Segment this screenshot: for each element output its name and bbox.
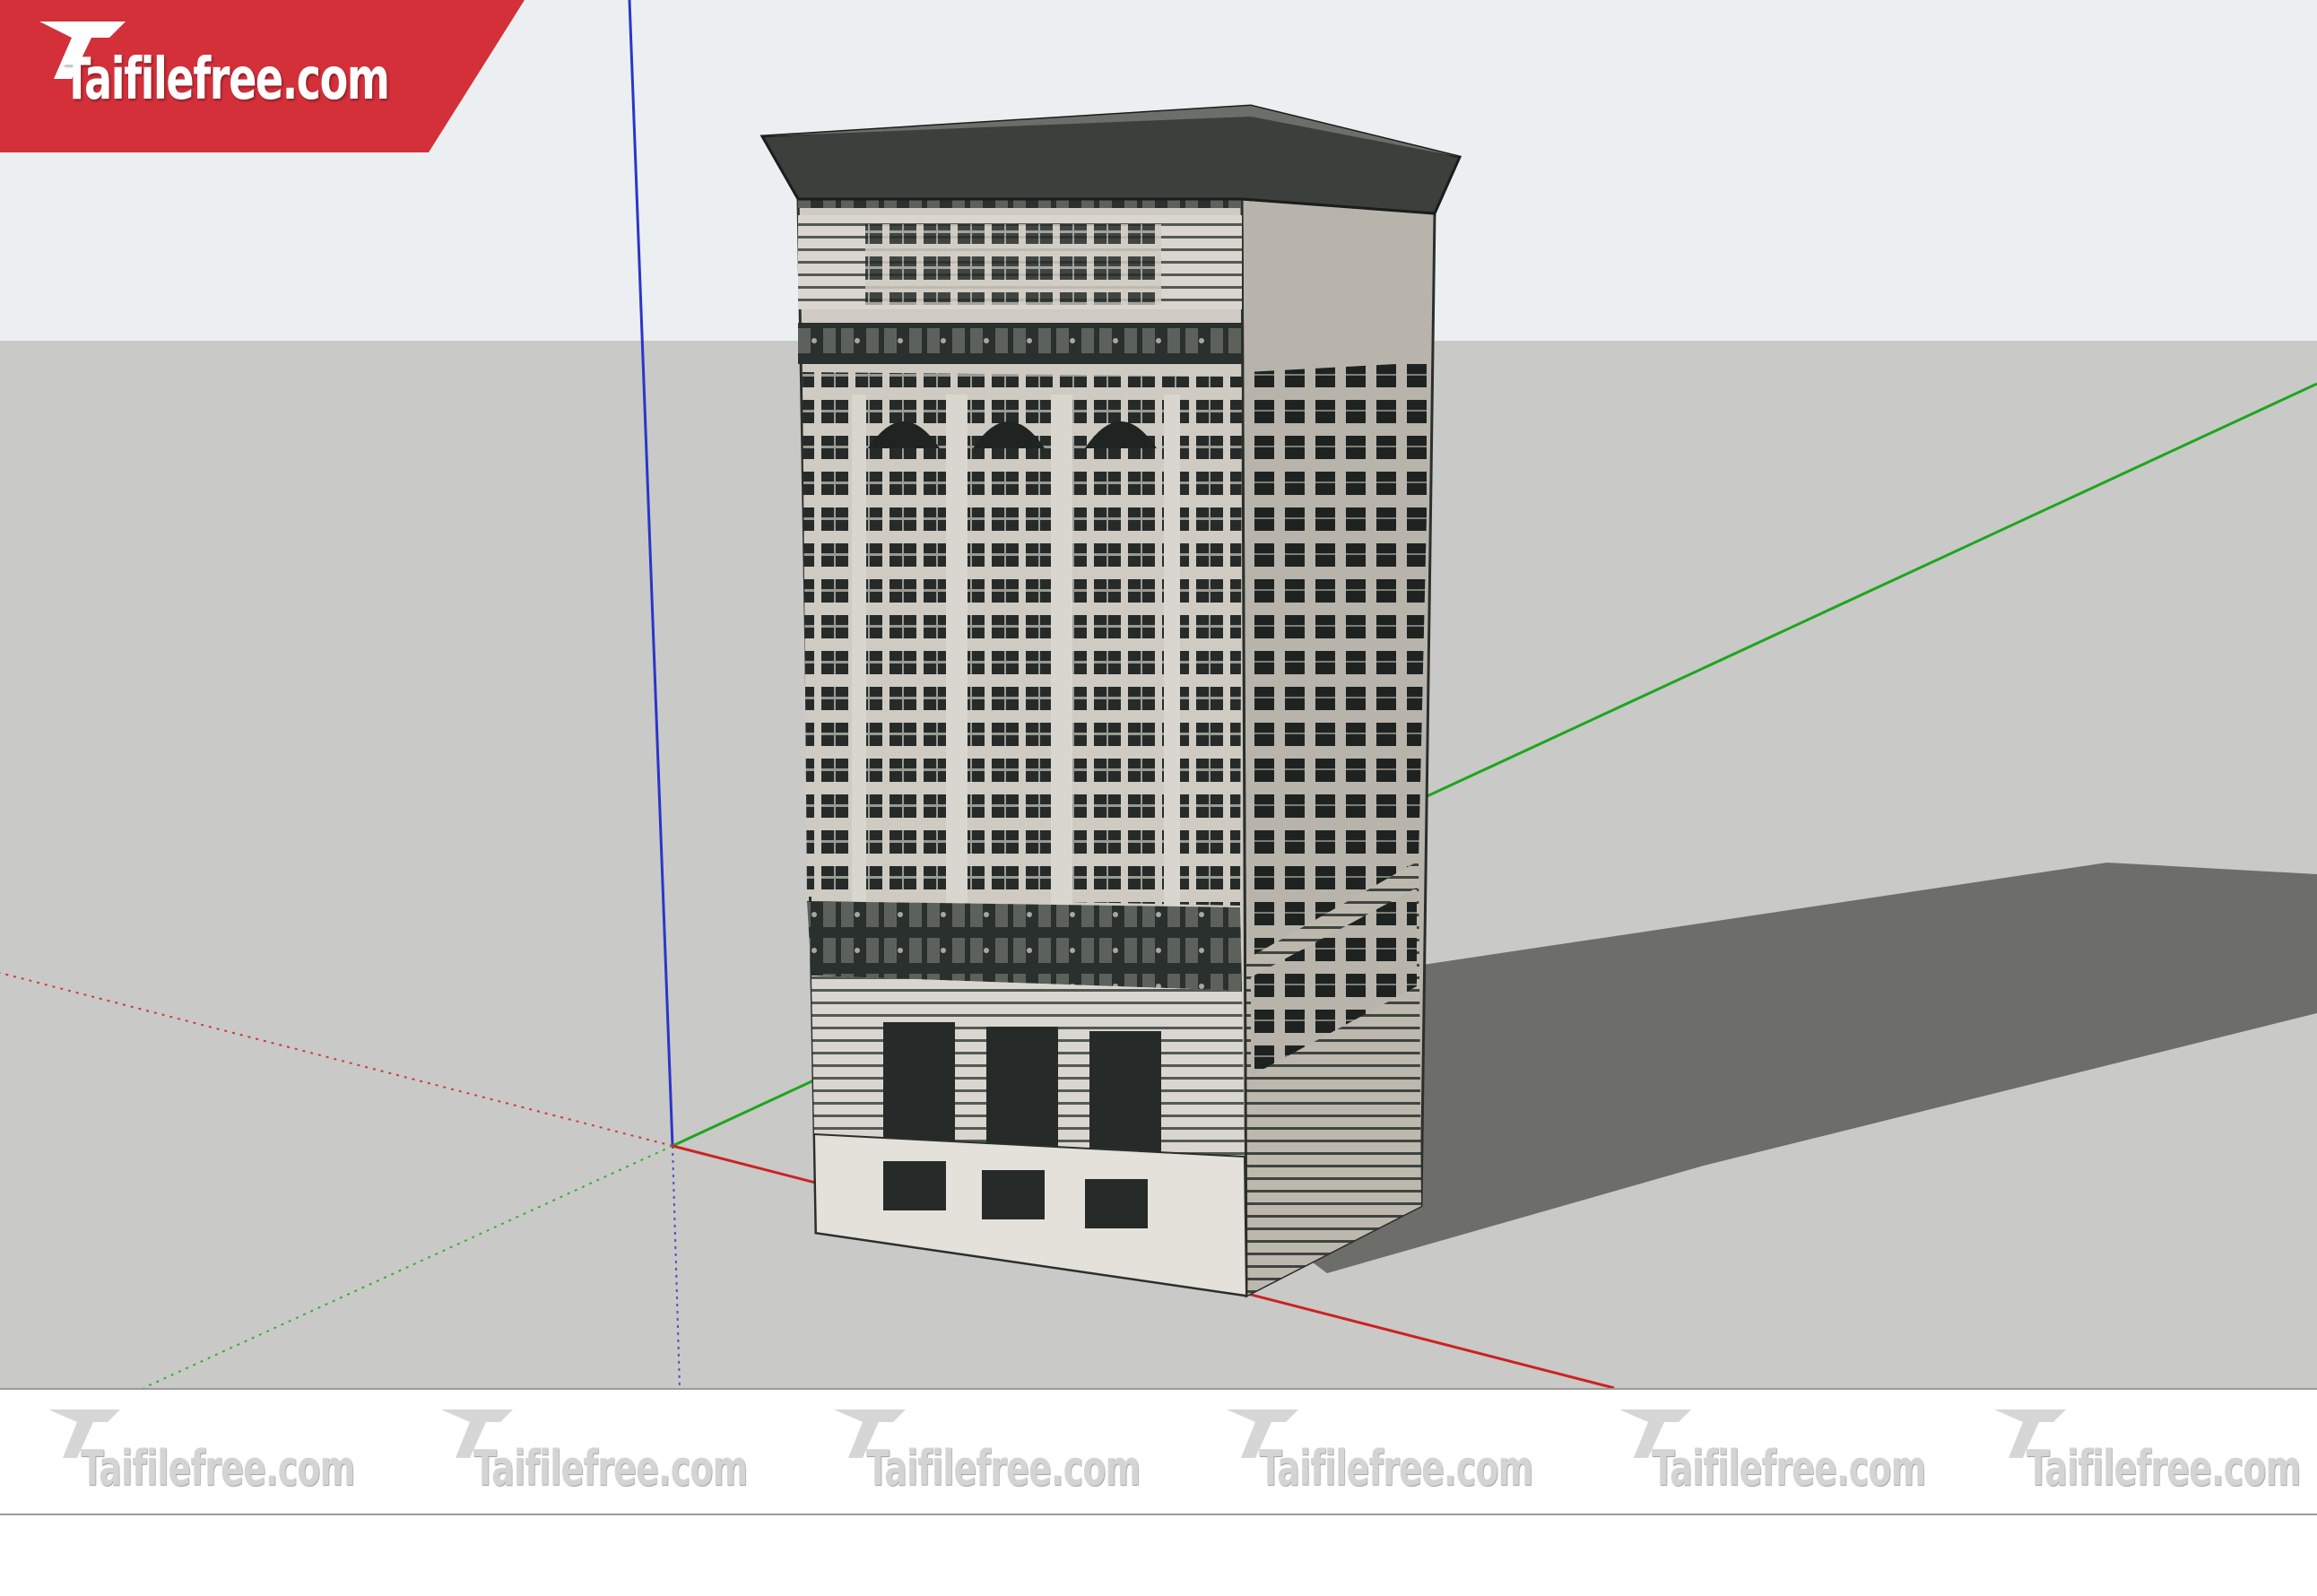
watermark: Taifilefree.com xyxy=(439,1408,748,1497)
sketchup-viewport[interactable]: Taifilefree.com xyxy=(0,0,2317,1388)
watermark: Taifilefree.com xyxy=(1992,1408,2301,1497)
3d-scene[interactable] xyxy=(0,0,2317,1388)
watermark-text: Taifilefree.com xyxy=(473,1440,748,1496)
mid-cornice xyxy=(807,901,1242,991)
watermark-strip: Taifilefree.com Taifilefree.com Taifilef… xyxy=(0,1388,2317,1515)
watermark: Taifilefree.com xyxy=(47,1408,355,1497)
watermark-text: Taifilefree.com xyxy=(1652,1440,1926,1496)
watermark-text: Taifilefree.com xyxy=(1259,1440,1533,1496)
cornice-frieze-lower xyxy=(798,323,1242,364)
watermark: Taifilefree.com xyxy=(1225,1408,1533,1497)
watermark-text: Taifilefree.com xyxy=(2026,1440,2301,1496)
brand-logo-text: Taifilefree.com xyxy=(63,47,390,113)
watermark: Taifilefree.com xyxy=(1618,1408,1926,1497)
watermark-text: Taifilefree.com xyxy=(866,1440,1141,1496)
brand-banner: Taifilefree.com xyxy=(0,0,529,152)
watermark-text: Taifilefree.com xyxy=(81,1440,355,1496)
watermark: Taifilefree.com xyxy=(832,1408,1141,1497)
